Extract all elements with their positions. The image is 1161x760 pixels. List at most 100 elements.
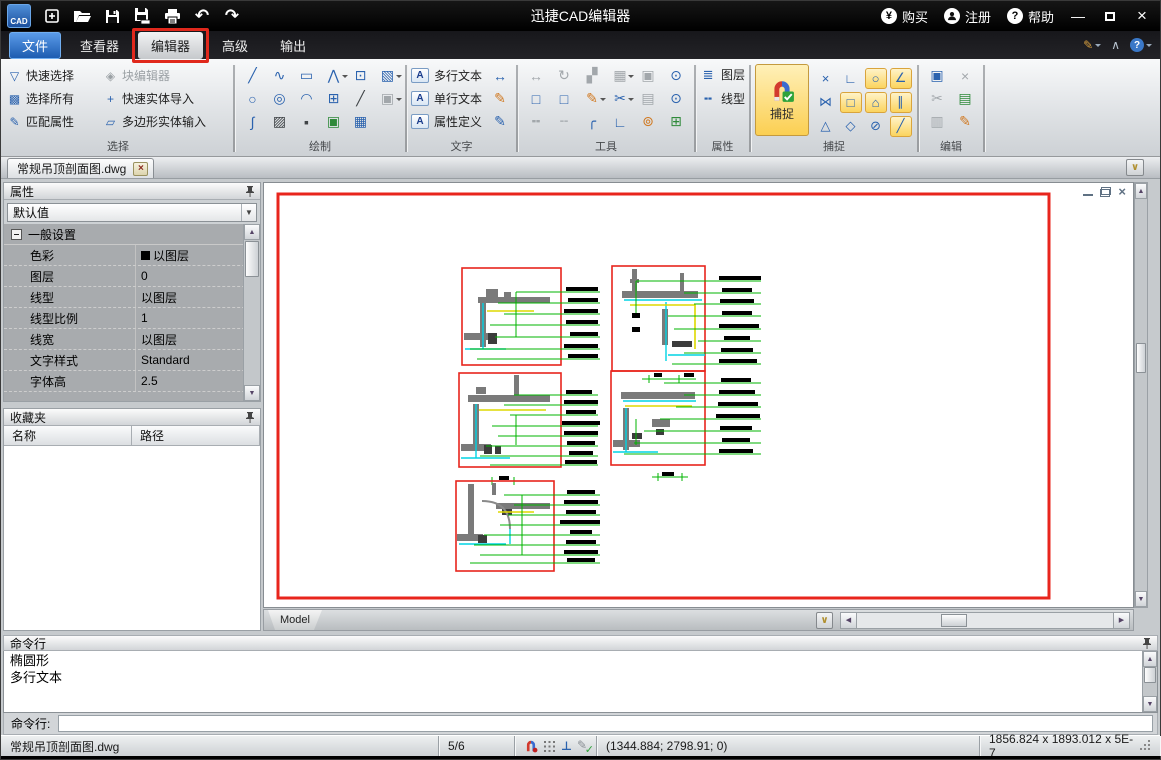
edit-text-icon[interactable]: ✎ [489,112,511,132]
copy-with-time-tool[interactable]: ⊙ [665,66,687,86]
scrollbar-thumb[interactable] [1136,343,1146,373]
property-row[interactable]: 线型 以图层 [4,287,260,308]
menu-tab[interactable]: 编辑器 [138,32,203,59]
model-tab[interactable]: Model [268,610,322,630]
snap-perpendicular-icon[interactable]: ∟ [840,68,862,89]
region-tool[interactable]: ▣ [377,89,399,109]
snap-parallel-icon[interactable]: ∥ [890,92,912,113]
circle-tool[interactable]: ○ [242,89,264,109]
pin-icon[interactable] [246,186,254,197]
scroll-right-button[interactable]: ▶ [1113,613,1129,628]
drawing-viewport[interactable]: × [263,182,1134,608]
move-tool[interactable]: ↔ [525,66,547,86]
pin-icon[interactable] [246,412,254,423]
close-button[interactable]: × [1128,4,1156,28]
minimize-button[interactable]: — [1064,4,1092,28]
layout-dropdown-button[interactable]: ∨ [816,612,833,629]
linetype-button[interactable]: ╍ 线型 [700,90,745,107]
copy-with-base-button[interactable]: ▥ [926,112,948,132]
polygon-entity-input-button[interactable]: ▱ 多边形实体输入 [103,113,229,130]
attribute-define-button[interactable]: A 属性定义 [411,110,488,133]
pen-line-tool[interactable]: ╱ [350,89,372,109]
chamfer-tool[interactable]: ∟ [609,112,631,132]
menu-tab[interactable]: 输出 [267,32,319,59]
snap-toggle-icon[interactable] [524,739,538,753]
delete-button[interactable]: × [954,66,976,86]
break-tool[interactable]: ✂ [609,89,631,109]
scroll-left-button[interactable]: ◀ [841,613,857,628]
select-all-button[interactable]: ▩ 选择所有 [7,90,103,107]
command-history[interactable]: 椭圆形多行文本 ▲ ▼ [3,651,1158,713]
snap-intersection-icon[interactable]: × [815,68,837,89]
register-button[interactable]: 注册 [938,3,997,29]
rectangle-tool[interactable]: ▭ [296,66,318,86]
single-line-text-button[interactable]: A 单行文本 [411,87,488,110]
snap-insertion-icon[interactable]: ⌂ [865,92,887,113]
property-row[interactable]: 图层 0 [4,266,260,287]
quick-edit-icon[interactable]: ✎ [1083,38,1101,52]
property-row[interactable]: 文字样式 Standard [4,350,260,371]
rotate-tool[interactable]: ↻ [553,66,575,86]
scrollbar-thumb[interactable] [941,614,967,627]
command-scrollbar[interactable]: ▲ ▼ [1142,651,1157,712]
menu-tab[interactable]: 文件 [9,32,61,59]
canvas-vertical-scrollbar[interactable]: ▲ ▼ [1134,182,1148,608]
scroll-down-button[interactable]: ▼ [1143,696,1157,712]
maximize-button[interactable] [1096,4,1124,28]
sketch-tool[interactable]: ∿ [269,66,291,86]
snap-angle-icon[interactable]: ∠ [890,68,912,89]
command-input[interactable] [58,715,1153,732]
snap-center-icon[interactable]: ○ [865,68,887,89]
print-button[interactable] [157,3,187,29]
scroll-up-button[interactable]: ▲ [1143,651,1157,667]
match-properties-button[interactable]: ✎ 匹配属性 [7,113,103,130]
help-button[interactable]: ? 帮助 [1001,3,1060,29]
scrollbar-thumb[interactable] [1144,667,1156,683]
scroll-down-button[interactable]: ▼ [244,385,260,401]
paste-button[interactable]: ▤ [954,89,976,109]
snap-tangent-icon[interactable]: ⊘ [865,116,887,137]
property-row[interactable]: 字体高 2.5 [4,371,260,392]
property-row[interactable]: 线型比例 1 [4,308,260,329]
dimension-icon[interactable]: ↔ [489,66,511,86]
mtext-button[interactable]: A 多行文本 [411,64,488,87]
scrollbar-thumb[interactable] [245,241,259,277]
document-tab[interactable]: 常规吊顶剖面图.dwg × [7,158,154,178]
cut-button[interactable]: ✂ [926,89,948,109]
donut-tool[interactable]: ◎ [269,89,291,109]
copy-properties-tool[interactable]: ▤ [637,89,659,109]
scroll-up-button[interactable]: ▲ [244,224,260,240]
scroll-down-button[interactable]: ▼ [1135,591,1147,607]
menu-tab[interactable]: 查看器 [67,32,132,59]
canvas-horizontal-scrollbar[interactable]: ◀ ▶ [840,612,1130,629]
mdi-close-icon[interactable]: × [1118,187,1126,197]
insert-block-tool[interactable]: ⊞ [323,89,345,109]
array-tool[interactable]: ▦ [609,66,631,86]
tab-list-dropdown-button[interactable]: ∨ [1126,159,1144,176]
spline-tool[interactable]: ∫ [242,112,264,132]
grid-toggle-icon[interactable] [543,740,556,753]
property-preset-select[interactable]: 默认值 ▼ [7,203,257,222]
mdi-minimize-icon[interactable] [1083,188,1093,197]
property-row[interactable]: 色彩 以图层 [4,245,260,266]
paste-special-tool[interactable]: ⊙ [665,89,687,109]
line-tool[interactable]: ╱ [242,66,264,86]
buy-button[interactable]: ¥ 购买 [875,3,934,29]
draft-check-icon[interactable]: ✎✓ [577,740,592,753]
dash-end-tool[interactable]: ╌ [553,112,575,132]
named-view-tool[interactable]: □ [553,89,575,109]
mdi-restore-icon[interactable] [1100,187,1111,197]
hatch-tool[interactable]: ▨ [269,112,291,132]
fillet-tool[interactable]: ╭ [581,112,603,132]
dotted-line-tool[interactable]: ╍ [525,112,547,132]
menu-tab[interactable]: 高级 [209,32,261,59]
resize-grip-icon[interactable] [1141,741,1151,751]
snap-nearest-icon[interactable]: ╱ [890,116,912,137]
quick-entity-import-button[interactable]: + 快速实体导入 [103,90,229,107]
add-to-library-tool[interactable]: ⊞ [665,112,687,132]
favorites-column-header[interactable]: 名称 [4,426,132,446]
layers-button[interactable]: ≣ 图层 [700,66,745,83]
ortho-toggle-icon[interactable]: ⊥ [561,739,572,753]
snap-apparent-intersection-icon[interactable]: ⋈ [815,92,837,113]
save-button[interactable] [97,3,127,29]
